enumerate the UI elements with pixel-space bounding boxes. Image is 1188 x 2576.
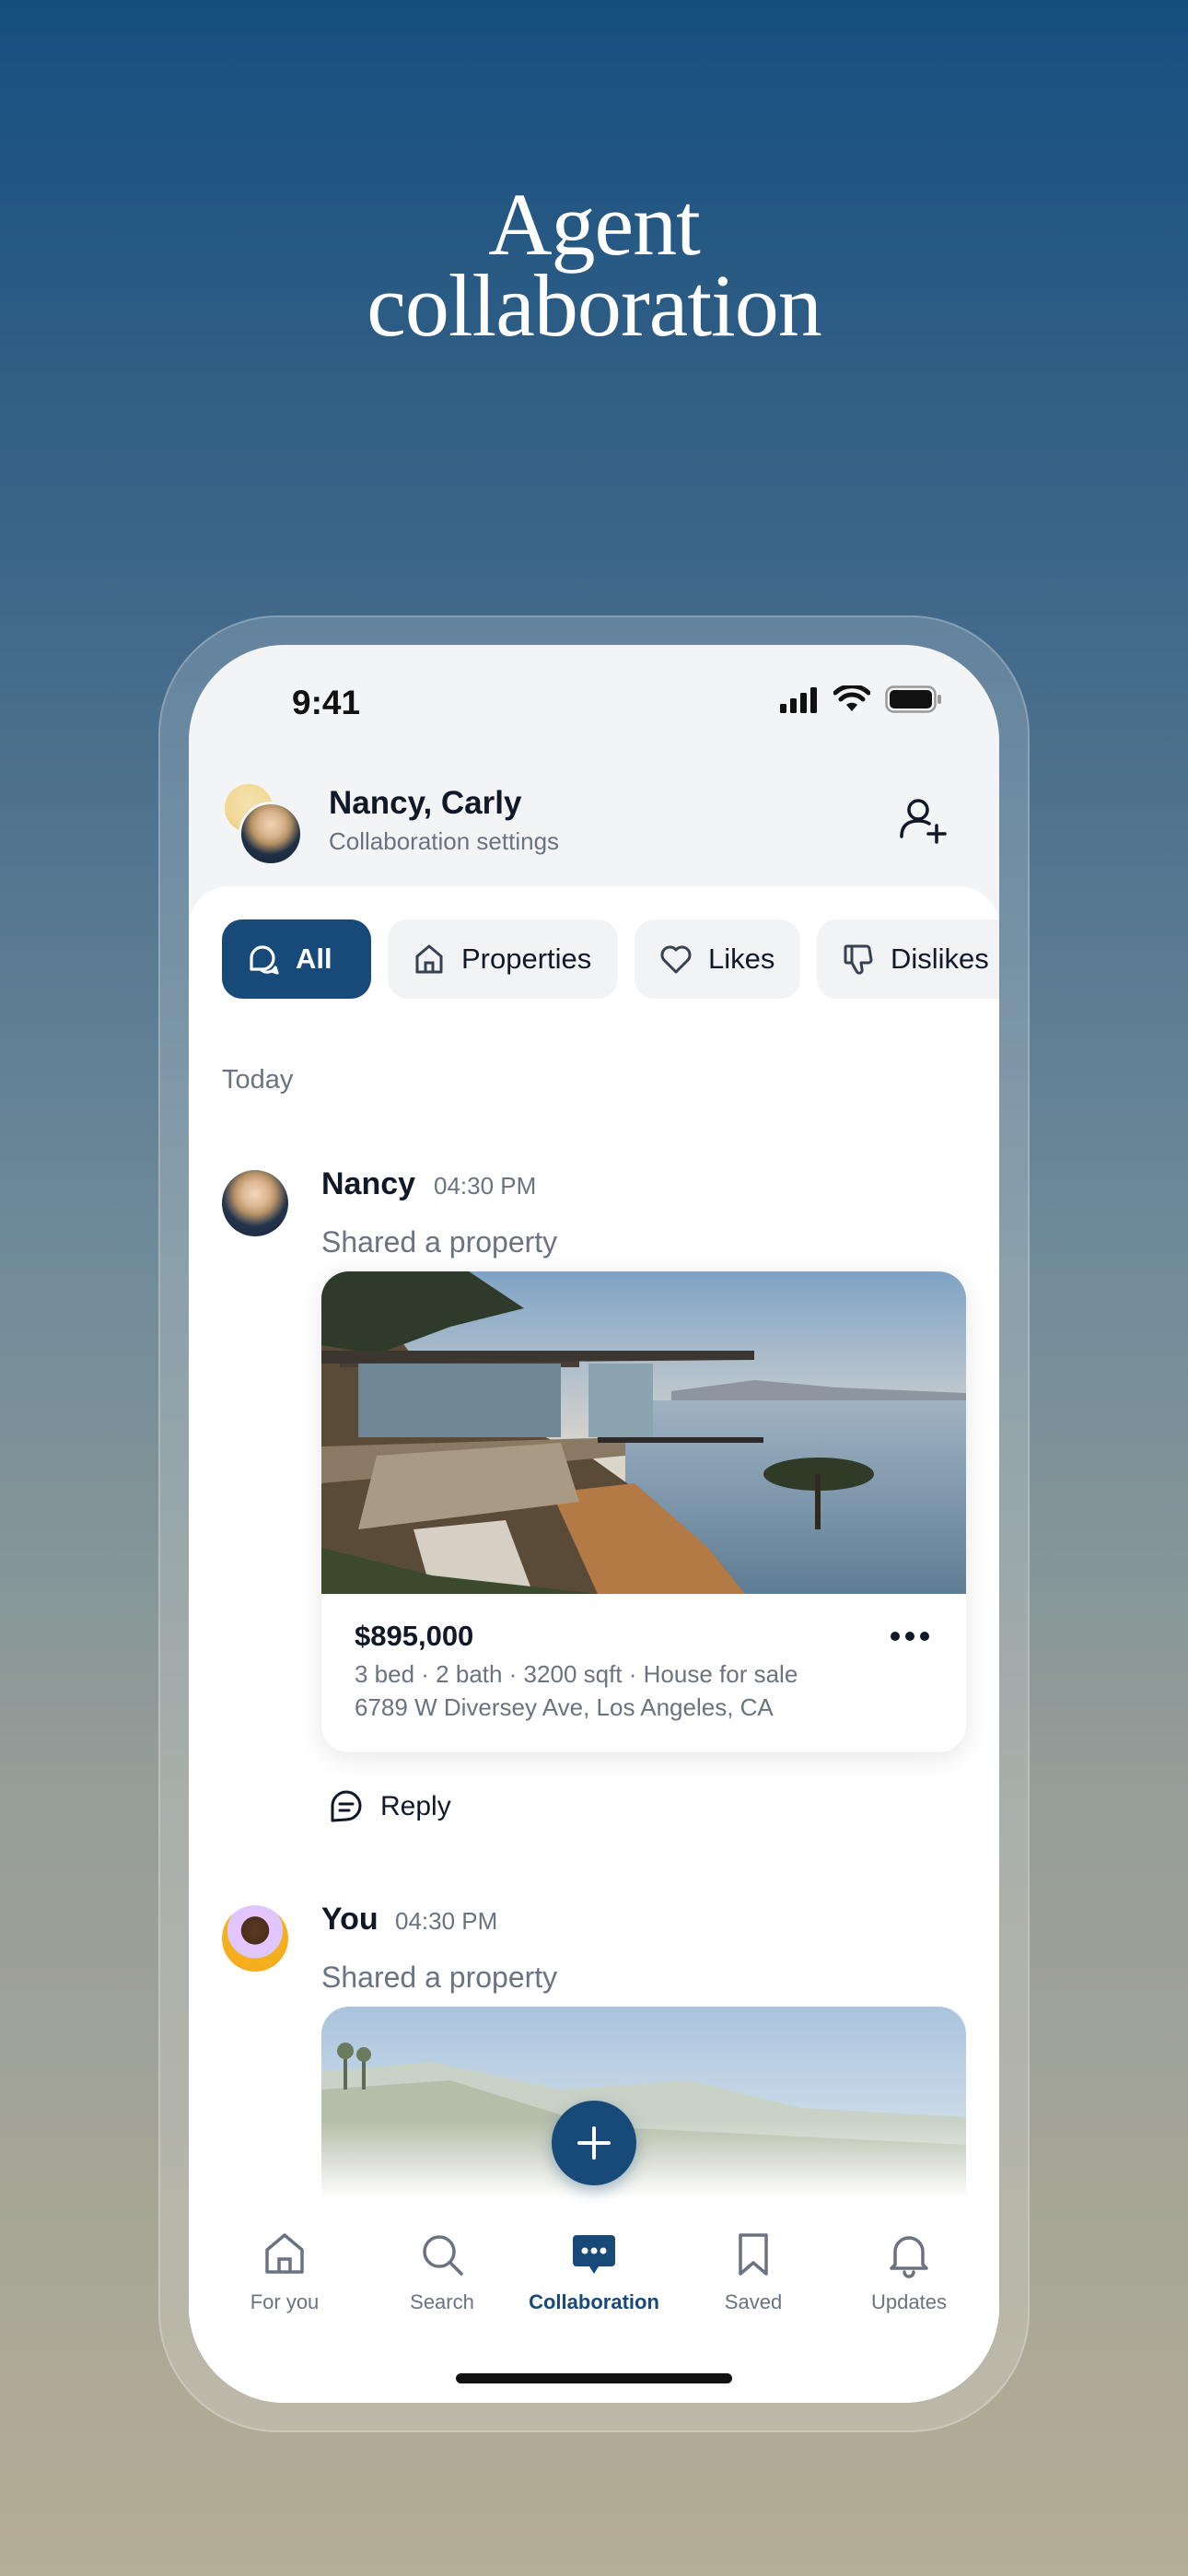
chat-icon: [573, 2235, 615, 2274]
tab-label: Saved: [724, 2290, 783, 2313]
avatar[interactable]: [222, 1905, 288, 1972]
property-card[interactable]: $895,000 3 bed · 2 bath · 3200 sqft · Ho…: [321, 1271, 966, 1752]
message-author: Nancy: [321, 1166, 416, 1201]
day-separator: Today: [222, 1065, 294, 1095]
message-action: Shared a property: [321, 1961, 558, 1994]
tab-saved[interactable]: Saved: [672, 2230, 834, 2314]
tab-search[interactable]: Search: [361, 2230, 523, 2314]
headline-line-2: collaboration: [367, 256, 821, 355]
promo-headline: Agent collaboration: [0, 175, 1188, 355]
message-time: 04:30 PM: [395, 1907, 498, 1935]
conversation-participants[interactable]: Nancy, Carly: [329, 785, 521, 822]
filter-chip-properties[interactable]: Properties: [388, 919, 618, 999]
tab-for-you[interactable]: For you: [204, 2230, 366, 2314]
more-options-icon[interactable]: [885, 1618, 935, 1655]
battery-icon: [885, 685, 941, 713]
bell-icon: [890, 2236, 928, 2278]
filter-chip-label: All: [296, 943, 332, 975]
heart-icon: [660, 945, 692, 974]
search-icon: [423, 2235, 463, 2276]
message-time: 04:30 PM: [434, 1172, 537, 1200]
property-photo: [321, 1271, 966, 1594]
status-bar: 9:41: [189, 645, 999, 755]
filter-chip-dislikes[interactable]: Dislikes: [817, 919, 999, 999]
avatar-nancy: [239, 802, 303, 866]
filter-chip-label: Properties: [461, 943, 592, 975]
message-author: You: [321, 1902, 379, 1937]
filter-chips: All Properties Likes Dislikes: [222, 919, 999, 999]
thumbs-down-icon: [844, 944, 873, 975]
message-action: Shared a property: [321, 1225, 558, 1259]
bottom-tab-bar: For you Search Collaboration Saved Updat…: [189, 2230, 999, 2403]
home-indicator: [456, 2373, 732, 2383]
tab-label: For you: [250, 2290, 320, 2313]
avatar[interactable]: [222, 1170, 288, 1236]
filter-chip-likes[interactable]: Likes: [635, 919, 800, 999]
filter-chip-all[interactable]: All: [222, 919, 371, 999]
collaboration-settings-link[interactable]: Collaboration settings: [329, 827, 559, 856]
add-user-icon[interactable]: [896, 792, 951, 848]
wifi-icon: [833, 685, 870, 711]
home-icon: [265, 2233, 304, 2274]
add-fab-button[interactable]: [552, 2101, 636, 2185]
bookmark-icon: [739, 2233, 768, 2276]
headline-line-1: Agent: [488, 175, 701, 274]
conversation-header: Nancy, Carly Collaboration settings: [189, 774, 999, 875]
reply-icon: [331, 1790, 362, 1822]
tab-label: Collaboration: [529, 2290, 659, 2313]
tab-updates[interactable]: Updates: [828, 2230, 990, 2314]
filter-chip-label: Dislikes: [891, 943, 989, 975]
phone-screen: 9:41 Nancy, Carly Collaboration settings: [189, 645, 999, 2403]
reply-label: Reply: [380, 1791, 451, 1821]
tab-label: Updates: [871, 2290, 947, 2313]
reply-button[interactable]: Reply: [327, 1784, 451, 1830]
property-details: 3 bed · 2 bath · 3200 sqft · House for s…: [355, 1660, 798, 1688]
participant-avatars: [222, 781, 305, 866]
tab-label: Search: [410, 2290, 474, 2313]
property-price: $895,000: [355, 1620, 474, 1652]
tab-collaboration[interactable]: Collaboration: [513, 2230, 675, 2314]
status-time: 9:41: [292, 684, 361, 721]
filter-chip-label: Likes: [708, 943, 775, 975]
activity-feed: All Properties Likes Dislikes Today Nanc…: [189, 886, 999, 2403]
chat-bubbles-icon: [250, 945, 279, 975]
property-address: 6789 W Diversey Ave, Los Angeles, CA: [355, 1693, 774, 1721]
house-icon: [415, 944, 443, 974]
cellular-signal-icon: [780, 687, 817, 713]
